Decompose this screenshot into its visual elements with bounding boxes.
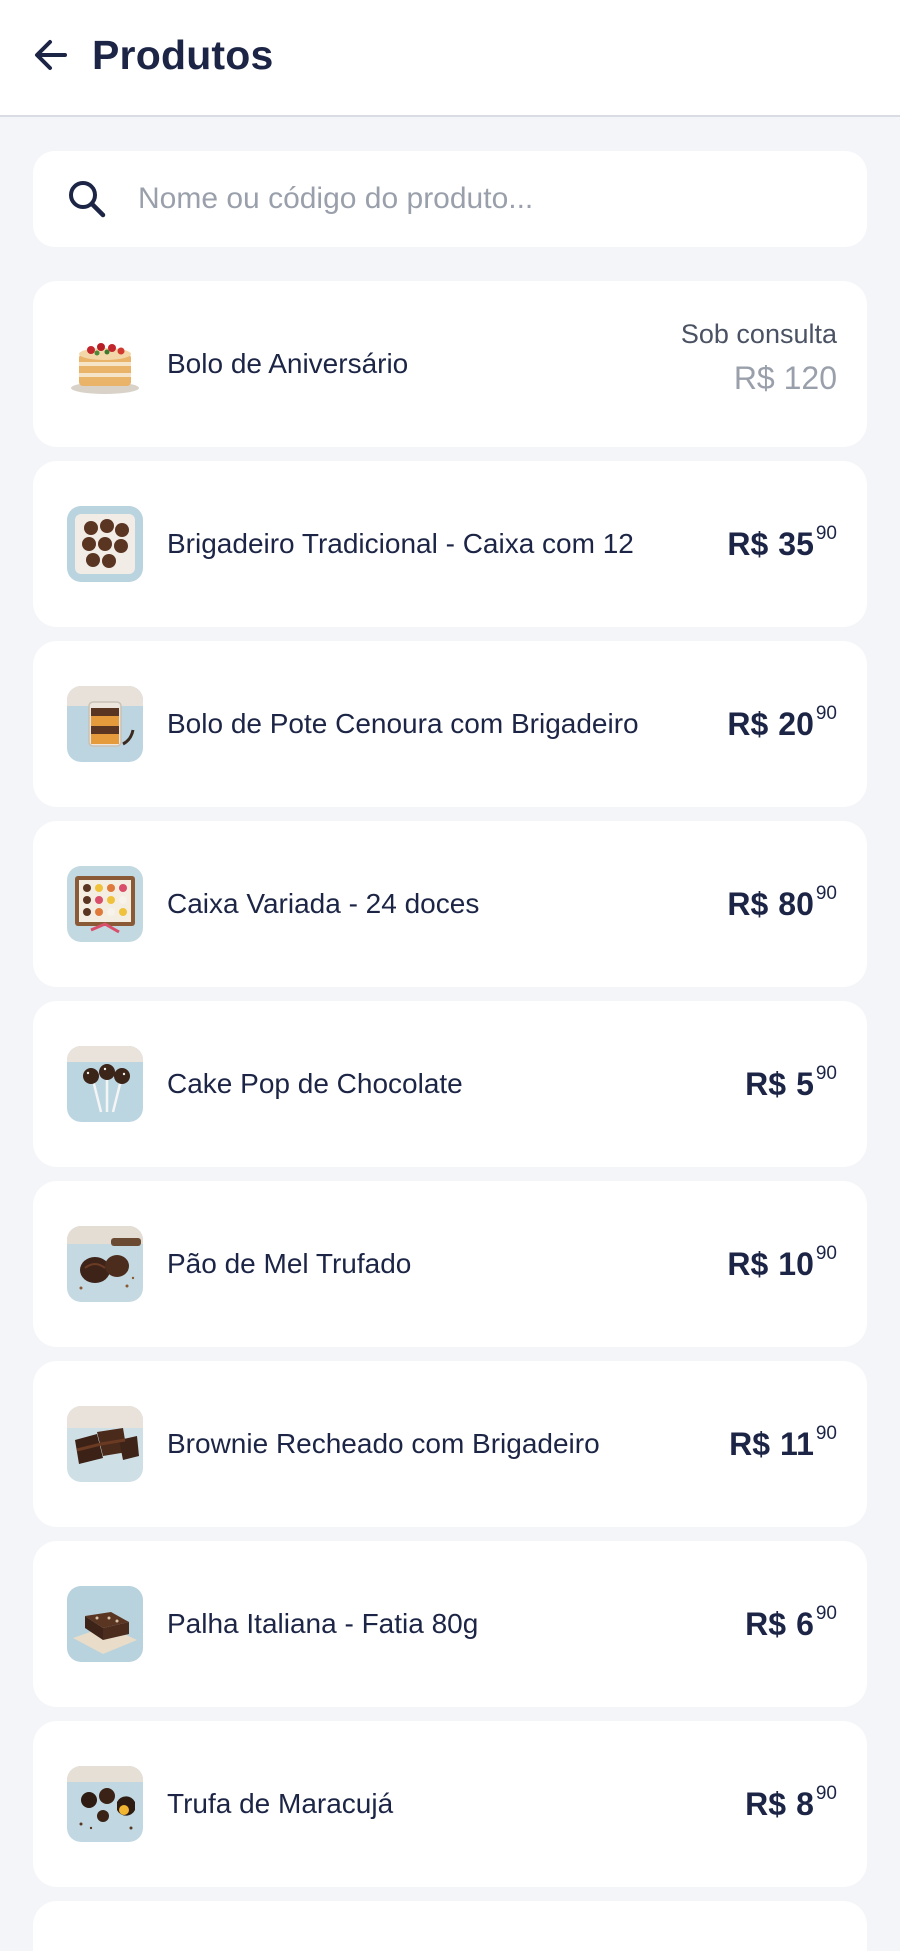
app-header: Produtos: [0, 0, 900, 117]
product-item[interactable]: Brownie Recheado com Brigadeiro R$ 11 90: [33, 1361, 867, 1527]
product-name: Brigadeiro Tradicional - Caixa com 12: [167, 528, 634, 559]
price-integer: 35: [778, 525, 814, 562]
price-currency: R$: [745, 1065, 787, 1102]
product-item[interactable]: Cake Pop de Chocolate R$ 5 90: [33, 1001, 867, 1167]
price-currency: R$: [727, 885, 769, 922]
product-image: [67, 1226, 143, 1302]
product-price: R$ 5 90: [745, 1001, 837, 1167]
product-name: Caixa Variada - 24 doces: [167, 888, 480, 919]
price-currency: R$: [745, 1785, 787, 1822]
price-note: Sob consulta: [680, 319, 837, 349]
product-name: Brownie Recheado com Brigadeiro: [167, 1428, 600, 1459]
back-button[interactable]: [26, 30, 76, 80]
mixed-box-image: [67, 866, 143, 942]
cake-pop-image: [67, 1046, 143, 1122]
page-title: Produtos: [92, 32, 274, 78]
price-cents: 90: [815, 523, 837, 544]
product-price: R$ 10 90: [727, 1181, 837, 1347]
palha-italiana-image: [67, 1586, 143, 1662]
product-list: Bolo de Aniversário Sob consulta R$ 120 …: [33, 281, 867, 1951]
product-item[interactable]: Pão de Mel Trufado R$ 10 90: [33, 1181, 867, 1347]
product-item[interactable]: [33, 1901, 867, 1951]
product-name: Cake Pop de Chocolate: [167, 1068, 463, 1099]
search-input[interactable]: [138, 171, 838, 227]
product-image: [67, 866, 143, 942]
product-price: R$ 6 90: [745, 1541, 837, 1707]
search-bar[interactable]: [33, 151, 867, 247]
product-name: Palha Italiana - Fatia 80g: [167, 1608, 479, 1639]
price-integer: 80: [778, 885, 814, 922]
product-name: Pão de Mel Trufado: [167, 1248, 412, 1279]
product-item[interactable]: Caixa Variada - 24 doces R$ 80 90: [33, 821, 867, 987]
price-cents: 90: [815, 1243, 837, 1264]
price-integer: 5: [796, 1065, 814, 1102]
product-price: R$ 20 90: [727, 641, 837, 807]
price-currency: R$: [745, 1605, 787, 1642]
product-item[interactable]: Bolo de Pote Cenoura com Brigadeiro R$ 20…: [33, 641, 867, 807]
price-block: Sob consulta R$ 120: [681, 319, 837, 397]
price-cents: 90: [815, 1423, 837, 1444]
brigadeiro-box-image: [67, 506, 143, 582]
price-integer: 10: [778, 1245, 814, 1282]
price-currency: R$: [727, 1245, 769, 1282]
price-currency: R$: [727, 705, 769, 742]
product-name: Bolo de Aniversário: [167, 348, 409, 379]
brownie-image: [67, 1406, 143, 1482]
product-name: Bolo de Pote Cenoura com Brigadeiro: [167, 708, 639, 739]
product-image: [67, 686, 143, 762]
product-image: [67, 1046, 143, 1122]
product-price: R$ 11 90: [729, 1361, 837, 1527]
price-integer: 6: [796, 1605, 814, 1642]
product-price: R$ 80 90: [727, 821, 837, 987]
product-price: R$ 35 90: [727, 461, 837, 627]
price-cents: 90: [815, 883, 837, 904]
product-item[interactable]: Trufa de Maracujá R$ 8 90: [33, 1721, 867, 1887]
price-cents: 90: [815, 1603, 837, 1624]
price-currency: R$: [729, 1425, 771, 1462]
product-image: [67, 1406, 143, 1482]
price-integer: 8: [796, 1785, 814, 1822]
product-image: [67, 1586, 143, 1662]
arrow-left-icon: [35, 40, 67, 70]
product-item[interactable]: Palha Italiana - Fatia 80g R$ 6 90: [33, 1541, 867, 1707]
price-cents: 90: [815, 1783, 837, 1804]
product-image: [67, 506, 143, 582]
honey-bread-image: [67, 1226, 143, 1302]
price-integer: 11: [780, 1425, 814, 1462]
product-image: [67, 1766, 143, 1842]
price-cents: 90: [815, 1063, 837, 1084]
product-price: R$ 8 90: [745, 1721, 837, 1887]
product-name: Trufa de Maracujá: [167, 1788, 394, 1819]
price-cents: 90: [815, 703, 837, 724]
truffle-image: [67, 1766, 143, 1842]
price-currency: R$: [727, 525, 769, 562]
birthday-cake-image: [67, 326, 143, 402]
price-integer: 20: [778, 705, 814, 742]
cake-jar-image: [67, 686, 143, 762]
product-image: [67, 326, 143, 402]
price-reference: R$ 120: [733, 360, 837, 396]
product-item[interactable]: Brigadeiro Tradicional - Caixa com 12 R$…: [33, 461, 867, 627]
product-item[interactable]: Bolo de Aniversário Sob consulta R$ 120: [33, 281, 867, 447]
search-icon: [69, 181, 106, 218]
